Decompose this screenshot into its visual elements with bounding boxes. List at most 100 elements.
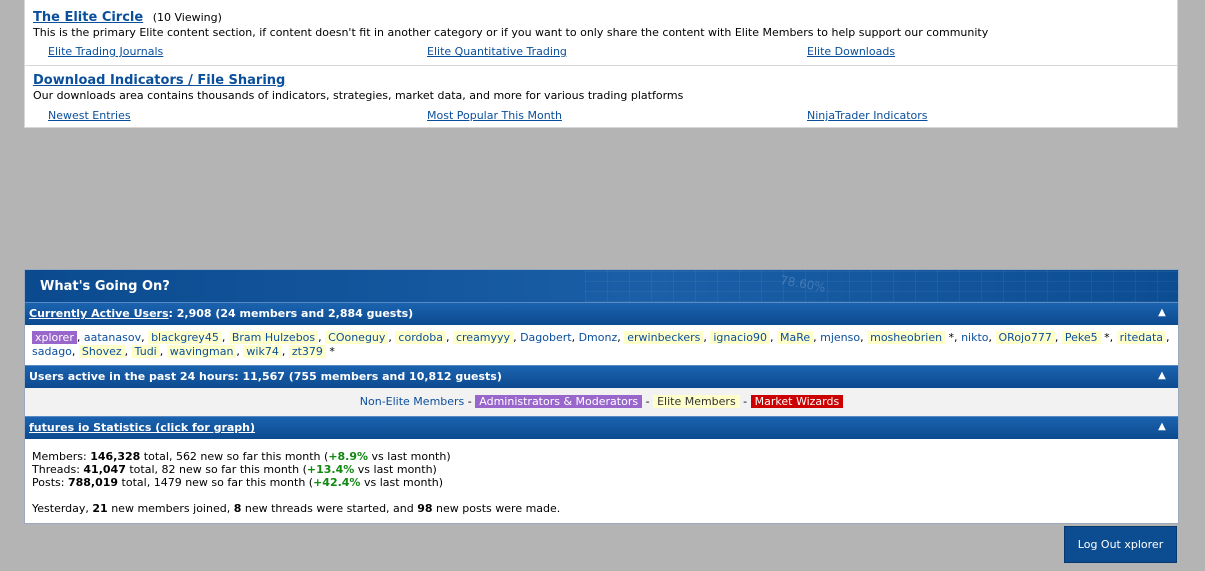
- active-user-link[interactable]: erwinbeckers: [624, 331, 704, 344]
- viewing-count: (10 Viewing): [152, 11, 222, 24]
- forum-description: Our downloads area contains thousands of…: [33, 89, 684, 102]
- user-separator: *,: [945, 331, 962, 344]
- whats-going-on-title: What's Going On?: [40, 279, 170, 294]
- whats-going-on-panel: 78.60% What's Going On? Currently Active…: [24, 269, 1179, 524]
- user-separator: ,: [769, 331, 777, 344]
- subforum-link-elite-quantitative-trading[interactable]: Elite Quantitative Trading: [427, 45, 567, 58]
- legend-separator: -: [642, 395, 654, 408]
- subforum-link-most-popular[interactable]: Most Popular This Month: [427, 109, 562, 122]
- active-user-link[interactable]: creamyyy: [452, 331, 514, 344]
- chevron-up-icon[interactable]: ▲: [1156, 307, 1168, 319]
- stats-text: total, 562 new so far this month (: [140, 450, 329, 463]
- user-separator: ,: [71, 345, 79, 358]
- active-user-link[interactable]: cordoba: [395, 331, 446, 344]
- user-separator: ,: [159, 345, 167, 358]
- stats-text: new posts were made.: [432, 502, 561, 515]
- stats-text: Yesterday,: [32, 502, 93, 515]
- stats-text: vs last month): [354, 463, 437, 476]
- legend-market-wizards: Market Wizards: [750, 395, 844, 408]
- statistics-link[interactable]: futures io Statistics (click for graph): [29, 421, 255, 434]
- statistics-bar: futures io Statistics (click for graph) …: [25, 416, 1178, 439]
- forum-title-link[interactable]: The Elite Circle: [33, 10, 143, 25]
- user-separator: ,: [513, 331, 521, 344]
- active-user-link[interactable]: MaRe: [776, 331, 814, 344]
- user-separator: ,: [445, 331, 453, 344]
- forum-title-row: The Elite Circle (10 Viewing): [33, 10, 222, 25]
- active-user-link[interactable]: wavingman: [166, 345, 237, 358]
- stats-text: new members joined,: [107, 502, 234, 515]
- forum-title-link[interactable]: Download Indicators / File Sharing: [33, 73, 285, 88]
- active-user-link[interactable]: Dmonz: [579, 331, 618, 344]
- past-24h-bar: Users active in the past 24 hours: 11,56…: [25, 365, 1178, 388]
- stats-yesterday-line: Yesterday, 21 new members joined, 8 new …: [32, 502, 1171, 515]
- stats-threads-pct: +13.4%: [306, 463, 355, 476]
- user-separator: *,: [1100, 331, 1117, 344]
- forum-description: This is the primary Elite content sectio…: [33, 26, 989, 39]
- user-separator: ,: [76, 331, 84, 344]
- active-user-link[interactable]: Dagobert: [520, 331, 572, 344]
- legend-separator: -: [464, 395, 476, 408]
- active-user-link[interactable]: nikto: [961, 331, 988, 344]
- legend-separator: -: [739, 395, 751, 408]
- statistics-link-text[interactable]: futures io Statistics (click for graph): [29, 421, 255, 434]
- header-background-chart: [585, 270, 1178, 302]
- active-user-link[interactable]: ritedata: [1116, 331, 1167, 344]
- chevron-up-icon[interactable]: ▲: [1156, 421, 1168, 433]
- subforum-link-elite-trading-journals[interactable]: Elite Trading Journals: [48, 45, 163, 58]
- stats-text: total, 82 new so far this month (: [125, 463, 307, 476]
- active-user-link[interactable]: ignacio90: [710, 331, 770, 344]
- active-user-link[interactable]: sadago: [32, 345, 72, 358]
- stats-members-line: Members: 146,328 total, 562 new so far t…: [32, 450, 1171, 463]
- active-user-link[interactable]: blackgrey45: [148, 331, 222, 344]
- forum-title-row: Download Indicators / File Sharing: [33, 73, 285, 88]
- stats-members-total: 146,328: [90, 450, 141, 463]
- subforum-link-newest-entries[interactable]: Newest Entries: [48, 109, 131, 122]
- forum-download-indicators: Download Indicators / File Sharing Our d…: [25, 65, 1177, 128]
- stats-text: vs last month): [360, 476, 444, 489]
- stats-threads-total: 41,047: [83, 463, 126, 476]
- subforum-link-ninjatrader-indicators[interactable]: NinjaTrader Indicators: [807, 109, 928, 122]
- forum-elite-circle: The Elite Circle (10 Viewing) This is th…: [25, 0, 1177, 64]
- whats-going-on-header: 78.60% What's Going On?: [25, 270, 1178, 302]
- logout-button[interactable]: Log Out xplorer: [1064, 526, 1177, 563]
- active-user-link[interactable]: wik74: [243, 345, 282, 358]
- currently-active-users-link[interactable]: Currently Active Users: [29, 307, 169, 320]
- stats-label: Members:: [32, 450, 91, 463]
- stats-label: Posts:: [32, 476, 68, 489]
- statistics-content: Members: 146,328 total, 562 new so far t…: [25, 439, 1178, 515]
- stats-text: new threads were started, and: [241, 502, 418, 515]
- active-user-link[interactable]: Tudi: [131, 345, 160, 358]
- user-separator: *: [325, 345, 335, 358]
- member-legend: Non-Elite Members - Administrators & Mod…: [25, 388, 1178, 416]
- active-user-link[interactable]: Peke5: [1061, 331, 1101, 344]
- stats-spacer: [32, 489, 1171, 502]
- user-separator: ,: [281, 345, 289, 358]
- subforum-link-elite-downloads[interactable]: Elite Downloads: [807, 45, 895, 58]
- active-user-link[interactable]: Bram Hulzebos: [228, 331, 319, 344]
- stats-posts-line: Posts: 788,019 total, 1479 new so far th…: [32, 476, 1171, 489]
- active-user-link[interactable]: mjenso: [820, 331, 860, 344]
- active-users-summary: Currently Active Users: 2,908 (24 member…: [29, 307, 413, 320]
- chevron-up-icon[interactable]: ▲: [1156, 370, 1168, 382]
- active-user-link[interactable]: ORojo777: [995, 331, 1055, 344]
- user-separator: ,: [988, 331, 996, 344]
- user-separator: ,: [1054, 331, 1062, 344]
- legend-admins: Administrators & Moderators: [475, 395, 643, 408]
- user-separator: ,: [124, 345, 132, 358]
- active-user-link[interactable]: aatanasov: [84, 331, 141, 344]
- stats-threads-line: Threads: 41,047 total, 82 new so far thi…: [32, 463, 1171, 476]
- user-separator: ,: [1166, 331, 1170, 344]
- active-users-bar: Currently Active Users: 2,908 (24 member…: [25, 302, 1178, 325]
- legend-non-elite: Non-Elite Members: [359, 395, 465, 408]
- stats-text: total, 1479 new so far this month (: [118, 476, 314, 489]
- active-user-link[interactable]: Shovez: [78, 345, 125, 358]
- stats-label: Threads:: [32, 463, 84, 476]
- user-separator: ,: [571, 331, 579, 344]
- stats-yesterday-posts: 98: [417, 502, 433, 515]
- forum-listing: The Elite Circle (10 Viewing) This is th…: [24, 0, 1178, 128]
- active-user-link[interactable]: mosheobrien: [867, 331, 946, 344]
- active-user-link[interactable]: xplorer: [32, 331, 77, 344]
- active-user-link[interactable]: COoneguy: [325, 331, 389, 344]
- stats-posts-total: 788,019: [67, 476, 119, 489]
- active-user-link[interactable]: zt379: [288, 345, 326, 358]
